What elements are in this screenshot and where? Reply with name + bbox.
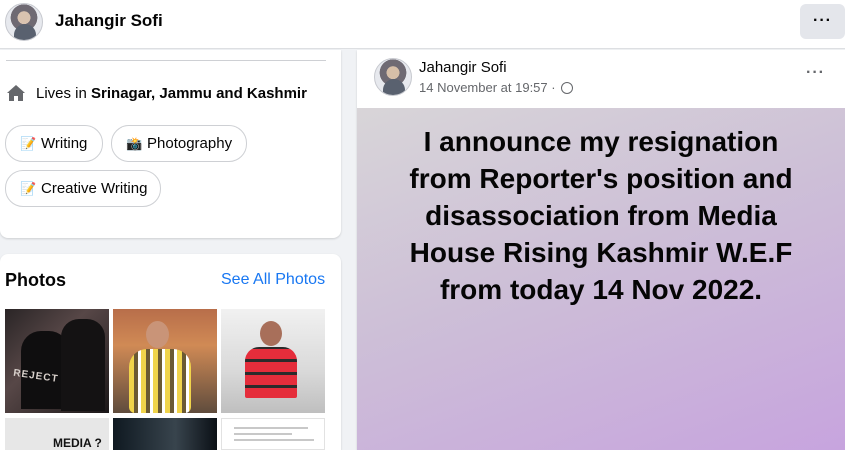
photos-title: Photos xyxy=(5,270,66,290)
post-text-line: from today 14 Nov 2022. xyxy=(439,274,763,305)
globe-icon xyxy=(561,82,574,94)
memo-icon: 📝 xyxy=(20,181,37,196)
photo-thumbnail[interactable] xyxy=(113,309,217,413)
lives-location-link[interactable]: Srinagar, Jammu and Kashmir xyxy=(91,85,307,102)
memo-icon: 📝 xyxy=(20,136,37,151)
photos-card: Photos See All Photos REJECT NIKT MEDIA … xyxy=(0,254,341,450)
photo-thumbnail-text: REJECT NIKT xyxy=(12,367,90,390)
document-line xyxy=(234,439,314,441)
photo-thumbnail[interactable]: REJECT NIKT xyxy=(5,309,109,413)
hobby-label: Photography xyxy=(147,135,233,152)
photo-thumbnail[interactable] xyxy=(221,309,325,413)
profile-name[interactable]: Jahangir Sofi xyxy=(55,11,163,31)
post-timestamp[interactable]: 14 November at 19:57 · xyxy=(419,80,574,95)
post-text: I announce my resignation from Reporter'… xyxy=(357,123,845,308)
hobby-chip-photography[interactable]: 📸 Photography xyxy=(111,125,247,162)
lives-in-text: Lives in Srinagar, Jammu and Kashmir xyxy=(36,85,307,102)
post-card: Jahangir Sofi 14 November at 19:57 · ···… xyxy=(357,50,845,450)
avatar[interactable] xyxy=(5,3,43,41)
intro-divider xyxy=(6,60,326,61)
post-more-options-button[interactable]: ··· xyxy=(806,64,825,82)
post-text-line: House Rising Kashmir W.E.F xyxy=(409,237,793,268)
more-options-button[interactable]: ··· xyxy=(800,4,845,39)
post-author-avatar[interactable] xyxy=(374,58,412,96)
hobby-label: Writing xyxy=(41,135,88,152)
intro-card: Lives in Srinagar, Jammu and Kashmir 📝 Wr… xyxy=(0,50,341,238)
lives-prefix: Lives in xyxy=(36,85,92,102)
post-time-text: 14 November at 19:57 · xyxy=(419,80,560,95)
home-icon xyxy=(7,85,25,101)
post-text-line: from Reporter's position and xyxy=(409,163,793,194)
photo-thumbnail[interactable]: MEDIA ? xyxy=(5,418,109,450)
hobby-chip-writing[interactable]: 📝 Writing xyxy=(5,125,103,162)
photo-thumbnail-text: MEDIA ? xyxy=(53,436,102,450)
photo-thumbnail[interactable] xyxy=(113,418,217,450)
hobby-chip-creative-writing[interactable]: 📝 Creative Writing xyxy=(5,170,161,207)
post-text-line: disassociation from Media xyxy=(425,200,777,231)
camera-icon: 📸 xyxy=(126,136,143,151)
profile-topbar: Jahangir Sofi ··· xyxy=(0,0,845,49)
photo-thumbnail[interactable] xyxy=(221,418,325,450)
see-all-photos-link[interactable]: See All Photos xyxy=(221,271,325,289)
hobby-label: Creative Writing xyxy=(41,180,148,197)
document-line xyxy=(234,427,308,429)
post-author-name[interactable]: Jahangir Sofi xyxy=(419,59,507,76)
document-line xyxy=(234,433,292,435)
post-text-line: I announce my resignation xyxy=(423,126,779,157)
